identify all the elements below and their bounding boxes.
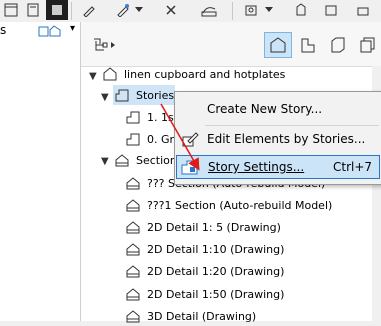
camera-icon[interactable] <box>240 0 262 20</box>
detail-icon <box>124 263 142 279</box>
book-icon[interactable] <box>22 0 44 20</box>
close-icon[interactable] <box>160 0 182 20</box>
chevron-down-icon[interactable] <box>264 0 274 20</box>
shape-icon[interactable] <box>352 0 374 20</box>
section-icon <box>124 197 142 213</box>
stories-icon <box>113 87 131 103</box>
left-panel: s ▾ <box>0 22 81 321</box>
layout-book-button[interactable] <box>324 32 352 58</box>
story-settings-shortcut: Ctrl+7 <box>333 160 373 174</box>
shape-icon[interactable] <box>320 0 342 20</box>
view-map-button[interactable] <box>294 32 322 58</box>
left-panel-row[interactable]: s ▾ <box>0 22 80 39</box>
collapse-toggle[interactable]: ▼ <box>89 71 97 82</box>
collapse-toggle[interactable]: ▼ <box>101 156 109 167</box>
layers-icon[interactable] <box>198 0 220 20</box>
tree-item-label: 2D Detail 1: 5 (Drawing) <box>147 220 281 234</box>
tree-item-label: 2D Detail 1:10 (Drawing) <box>147 242 285 256</box>
top-toolbar <box>0 0 381 23</box>
dark-toggle-icon[interactable] <box>46 0 68 20</box>
navigator-toolbar <box>81 22 381 67</box>
section-icon <box>113 152 131 168</box>
tree-item-stories[interactable]: Stories <box>113 85 175 105</box>
story-icon <box>124 131 142 147</box>
story-settings-item[interactable]: Story Settings... Ctrl+7 <box>176 155 380 179</box>
project-map-button[interactable] <box>264 32 292 58</box>
context-menu: Create New Story... Edit Elements by Sto… <box>174 91 381 185</box>
paint-icon[interactable] <box>78 0 100 20</box>
tree-item[interactable]: 2D Detail 1:20 (Drawing) <box>124 261 284 281</box>
tree-item[interactable]: 3D Detail (Drawing) <box>124 306 256 326</box>
tree-item-sections-label: Section <box>136 153 177 167</box>
tree-item-story-0[interactable]: 0. Gro <box>124 129 181 149</box>
detail-icon <box>124 219 142 235</box>
tree-item-stories-label: Stories <box>136 88 175 102</box>
create-new-story-label: Create New Story... <box>207 102 323 116</box>
edit-elements-by-stories-item[interactable]: Edit Elements by Stories... <box>176 127 380 151</box>
edit-icon <box>182 131 200 150</box>
tree-item[interactable]: 2D Detail 1: 5 (Drawing) <box>124 217 281 237</box>
publisher-sets-button[interactable] <box>353 32 381 58</box>
left-panel-label: s <box>0 23 7 37</box>
story-icon <box>124 109 142 125</box>
tree-item-sections[interactable]: Section <box>113 150 177 170</box>
create-new-story-item[interactable]: Create New Story... <box>176 97 380 121</box>
pencil-icon[interactable] <box>112 0 134 20</box>
navigator-popup-button[interactable] <box>87 32 121 58</box>
window-icon[interactable] <box>0 0 22 20</box>
section-icon <box>124 175 142 191</box>
chevron-down-icon[interactable]: ▾ <box>70 23 75 34</box>
tree-item-label: ???1 Section (Auto-rebuild Model) <box>147 198 333 212</box>
collapse-toggle[interactable]: ▼ <box>101 92 109 103</box>
stories-icon <box>38 23 62 42</box>
chevron-down-icon[interactable] <box>134 0 144 20</box>
detail-icon <box>124 308 142 324</box>
detail-icon <box>124 286 142 302</box>
story-settings-label: Story Settings... <box>208 160 305 174</box>
tree-item[interactable]: ???1 Section (Auto-rebuild Model) <box>124 195 332 215</box>
edit-elements-by-stories-label: Edit Elements by Stories... <box>207 132 366 146</box>
tree-root-label: linen cupboard and hotplates <box>124 67 286 81</box>
house-icon <box>101 66 119 82</box>
tree-item-label: 2D Detail 1:50 (Drawing) <box>147 287 285 301</box>
tree-root[interactable]: linen cupboard and hotplates <box>101 64 285 84</box>
tree-item-label: 2D Detail 1:20 (Drawing) <box>147 264 285 278</box>
tree-item[interactable]: 2D Detail 1:50 (Drawing) <box>124 284 284 304</box>
story-settings-icon <box>181 159 201 178</box>
shape-icon[interactable] <box>290 0 312 20</box>
tree-item-story-1[interactable]: 1. 1st <box>124 107 178 127</box>
tree-item[interactable]: 2D Detail 1:10 (Drawing) <box>124 239 284 259</box>
detail-icon <box>124 241 142 257</box>
